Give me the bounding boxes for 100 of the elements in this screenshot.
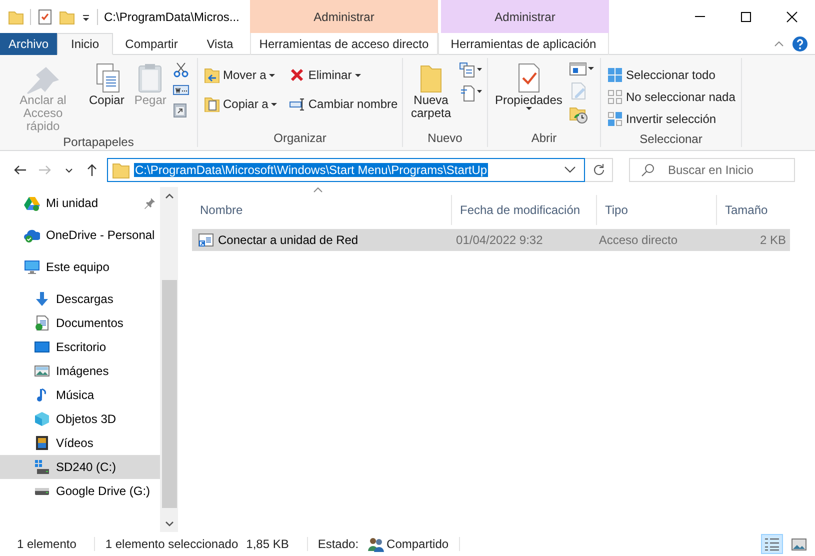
ribbon-button[interactable]: Propiedades xyxy=(492,58,566,110)
checkmark-document-icon xyxy=(37,8,53,24)
easy-access-icon[interactable] xyxy=(459,84,483,102)
table-cell-text: Acceso directo xyxy=(598,233,679,247)
nav-item[interactable]: Descargas xyxy=(0,287,160,311)
cloud-icon xyxy=(24,227,40,243)
status-text: 1 elemento xyxy=(17,537,76,551)
scroll-down-icon xyxy=(165,520,174,526)
scroll-up-icon xyxy=(165,192,174,198)
computer-icon xyxy=(24,259,40,275)
status-text: 1,85 KB xyxy=(246,537,289,551)
nav-item[interactable]: Objetos 3D xyxy=(0,407,160,431)
ribbon-button[interactable]: Copiar a xyxy=(202,93,280,115)
shortcut-icon xyxy=(198,232,214,248)
nav-item[interactable]: Vídeos xyxy=(0,431,160,455)
refresh-button[interactable] xyxy=(585,158,613,182)
group-label: Nuevo xyxy=(426,130,464,147)
column-header[interactable]: Tipo xyxy=(597,195,717,225)
nav-item[interactable]: OneDrive - Personal xyxy=(0,223,160,247)
folder-icon xyxy=(59,8,75,24)
column-header[interactable]: Fecha de modificación xyxy=(452,195,597,225)
ribbon-button[interactable]: Eliminar xyxy=(287,64,400,86)
rename-icon xyxy=(289,96,306,112)
picture-icon xyxy=(34,363,50,379)
group-label: Organizar xyxy=(272,130,328,147)
ribbon-button[interactable]: Copiar xyxy=(86,58,128,107)
nav-item[interactable]: Música xyxy=(0,383,160,407)
folder-icon xyxy=(8,8,24,24)
nav-item[interactable]: Imágenes xyxy=(0,359,160,383)
ribbon-button[interactable]: Invertir selección xyxy=(605,108,738,130)
folder-icon xyxy=(112,161,130,179)
group-label: Abrir xyxy=(530,130,558,147)
delete-icon xyxy=(289,67,306,83)
ribbon-tab[interactable]: Inicio xyxy=(57,33,113,55)
document-icon xyxy=(34,315,50,331)
search-icon xyxy=(641,163,655,177)
context-tab-header: Administrar xyxy=(250,0,438,33)
status-text: 1 elemento seleccionado xyxy=(105,537,238,551)
new-item-icon[interactable] xyxy=(459,62,483,78)
group-label: Portapapeles xyxy=(62,134,135,151)
caret-icon xyxy=(269,74,276,76)
maximize-icon xyxy=(740,10,752,22)
back-arrow-icon xyxy=(13,163,27,177)
caret-icon xyxy=(526,107,532,110)
close-icon xyxy=(786,10,798,22)
up-arrow-icon xyxy=(85,163,99,177)
copy-folder-icon xyxy=(204,96,220,112)
edit-icon xyxy=(569,82,588,100)
drive-icon xyxy=(34,459,50,475)
drive-logo-icon xyxy=(24,195,40,211)
nav-item[interactable]: Este equipo xyxy=(0,255,160,279)
column-header[interactable]: Tamaño xyxy=(717,195,799,225)
ribbon-button[interactable]: No seleccionar nada xyxy=(605,86,738,108)
nav-item[interactable]: Mi unidad xyxy=(0,191,160,215)
ribbon-button[interactable]: Nueva carpeta xyxy=(407,58,455,120)
search-field[interactable]: Buscar en Inicio xyxy=(629,158,795,182)
nav-item[interactable]: Escritorio xyxy=(0,335,160,359)
minimize-icon xyxy=(694,16,706,17)
film-icon xyxy=(34,435,50,451)
list-icon xyxy=(764,536,780,552)
status-text: Estado: xyxy=(318,537,359,551)
caret-icon xyxy=(271,102,278,106)
table-cell-text: 2 KB xyxy=(758,233,787,247)
ribbon-tab[interactable]: Archivo xyxy=(0,33,57,55)
details-view-button[interactable] xyxy=(761,534,783,554)
help-icon[interactable] xyxy=(792,36,808,52)
file-row[interactable]: Conectar a unidad de Red 01/04/2022 9:32 Acceso directo 2 KB xyxy=(192,229,790,251)
paste-shortcut-icon xyxy=(173,102,188,118)
chevron-down-icon xyxy=(65,168,73,172)
copy-path-icon xyxy=(173,84,190,96)
select-all-icon xyxy=(607,67,623,83)
drive-icon xyxy=(34,486,50,496)
file-name: Conectar a unidad de Red xyxy=(218,233,358,247)
move-folder-icon xyxy=(204,67,220,83)
open-window-icon[interactable] xyxy=(569,62,596,76)
status-text: Compartido xyxy=(386,537,449,551)
sort-ascending-icon xyxy=(313,187,323,193)
nav-item[interactable]: Google Drive (G:) xyxy=(0,479,160,503)
ribbon-tab[interactable]: Compartir xyxy=(113,33,190,55)
caret-icon xyxy=(354,74,361,76)
address-field[interactable]: C:\ProgramData\Microsoft\Windows\Start Menu\Programs\StartUp xyxy=(107,158,585,182)
ribbon-button[interactable]: Cambiar nombre xyxy=(287,93,400,115)
ribbon-button[interactable]: Mover a xyxy=(202,64,280,86)
collapse-chevron-icon[interactable] xyxy=(774,40,784,48)
ribbon-button[interactable]: Seleccionar todo xyxy=(605,64,738,86)
history-icon xyxy=(569,106,590,124)
invert-selection-icon xyxy=(607,111,623,127)
chevron-down-icon[interactable] xyxy=(564,166,576,174)
context-tab-header: Administrar xyxy=(441,0,609,33)
nav-item[interactable]: SD240 (C:) xyxy=(0,455,160,479)
scrollbar[interactable] xyxy=(160,187,178,532)
ribbon-tab[interactable]: Vista xyxy=(190,33,250,55)
picture-icon xyxy=(791,536,807,552)
refresh-icon xyxy=(592,163,606,177)
scissors-icon xyxy=(173,62,190,78)
column-header[interactable]: Nombre xyxy=(192,195,452,225)
nav-item[interactable]: Documentos xyxy=(0,311,160,335)
group-label: Seleccionar xyxy=(638,131,704,148)
desktop-icon xyxy=(34,339,50,355)
people-icon xyxy=(366,536,385,552)
